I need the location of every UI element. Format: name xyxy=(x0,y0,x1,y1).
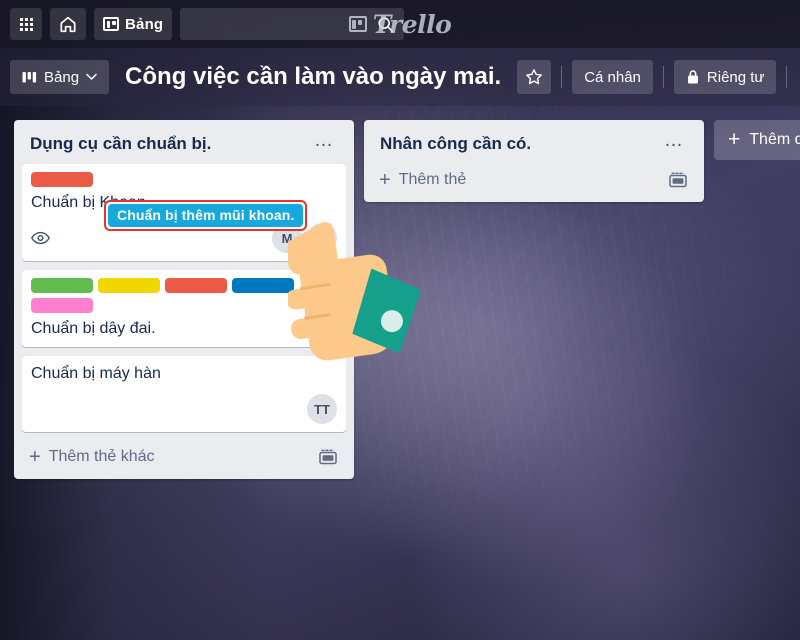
workspace-button[interactable]: Cá nhân xyxy=(572,60,653,94)
list-column: Nhân công cần có. … + Thêm thẻ xyxy=(364,120,704,202)
header-divider-2 xyxy=(662,66,664,88)
board-view-label: Bảng xyxy=(44,68,80,86)
card-labels xyxy=(31,278,337,313)
card-template-icon[interactable] xyxy=(669,172,687,188)
card-label-red[interactable] xyxy=(165,278,227,293)
avatar[interactable]: TT xyxy=(307,394,337,424)
star-icon xyxy=(526,69,543,85)
card-label-green[interactable] xyxy=(31,278,93,293)
add-card-label: Thêm thẻ khác xyxy=(48,448,155,465)
lock-icon xyxy=(687,70,698,84)
header-divider-1 xyxy=(561,66,563,88)
list-menu-button[interactable]: … xyxy=(660,131,688,152)
list-menu-button[interactable]: … xyxy=(310,131,338,152)
card-footer: TT xyxy=(31,394,337,424)
visibility-button[interactable]: Riêng tư xyxy=(673,60,777,94)
list-title[interactable]: Dụng cụ cần chuẩn bị. xyxy=(30,134,211,154)
star-board-button[interactable] xyxy=(517,60,552,94)
board-title[interactable]: Công việc cần làm vào ngày mai. xyxy=(119,63,507,91)
board-view-switcher[interactable]: Bảng xyxy=(10,60,110,94)
search-input[interactable] xyxy=(190,16,378,32)
board-icon xyxy=(103,17,119,31)
card-label-pink[interactable] xyxy=(31,298,93,313)
apps-grid-icon xyxy=(19,17,33,31)
card[interactable]: Chuẩn bị máy hàn TT xyxy=(22,356,346,432)
visibility-label: Riêng tư xyxy=(706,68,765,86)
list-header: Dụng cụ cần chuẩn bị. … xyxy=(22,128,346,164)
boards-button[interactable]: Bảng xyxy=(94,8,173,40)
card[interactable]: Chuẩn bị dây đai. xyxy=(22,270,346,347)
top-navigation-bar: Bảng Trello xyxy=(0,0,800,48)
card-title: Chuẩn bị dây đai. xyxy=(31,320,156,337)
card-title: Chuẩn bị máy hàn xyxy=(31,365,161,382)
add-card-button[interactable]: + Thêm thẻ khác xyxy=(22,441,346,473)
card-badges xyxy=(31,231,50,245)
plus-icon: + xyxy=(728,128,741,151)
search-icon[interactable] xyxy=(377,16,394,33)
apps-grid-button[interactable] xyxy=(10,8,42,40)
add-card-label: Thêm thẻ xyxy=(398,171,467,188)
boards-button-label: Bảng xyxy=(125,15,164,33)
list-header: Nhân công cần có. … xyxy=(372,128,696,164)
workspace-label: Cá nhân xyxy=(584,68,641,86)
chevron-down-icon xyxy=(86,73,97,80)
add-card-button[interactable]: + Thêm thẻ xyxy=(372,164,696,196)
search-box[interactable] xyxy=(180,8,405,40)
add-list-button[interactable]: + Thêm danh sách khác xyxy=(714,120,800,160)
plus-icon: + xyxy=(379,169,391,191)
card-template-icon[interactable] xyxy=(319,449,337,465)
eye-icon xyxy=(31,231,50,245)
list-title[interactable]: Nhân công cần có. xyxy=(380,134,531,154)
board-view-icon xyxy=(22,71,37,82)
card-labels xyxy=(31,172,337,187)
card-label-red[interactable] xyxy=(31,172,93,187)
list-column: Dụng cụ cần chuẩn bị. … Chuẩn bị Khoan. … xyxy=(14,120,354,479)
home-button[interactable] xyxy=(50,8,86,40)
card-label-yellow[interactable] xyxy=(98,278,160,293)
header-divider-3 xyxy=(786,66,788,88)
board-header: Bảng Công việc cần làm vào ngày mai. Cá … xyxy=(0,48,800,106)
card-members: TT xyxy=(307,394,337,424)
tooltip-callout: Chuẩn bị thêm mũi khoan. xyxy=(104,200,308,231)
add-list-label: Thêm danh sách khác xyxy=(749,131,800,148)
tooltip-text: Chuẩn bị thêm mũi khoan. xyxy=(108,204,304,227)
board-canvas: Dụng cụ cần chuẩn bị. … Chuẩn bị Khoan. … xyxy=(0,106,800,640)
card-label-blue[interactable] xyxy=(232,278,294,293)
plus-icon: + xyxy=(29,446,41,468)
home-icon xyxy=(60,16,76,32)
avatar[interactable]: TT xyxy=(307,223,337,253)
